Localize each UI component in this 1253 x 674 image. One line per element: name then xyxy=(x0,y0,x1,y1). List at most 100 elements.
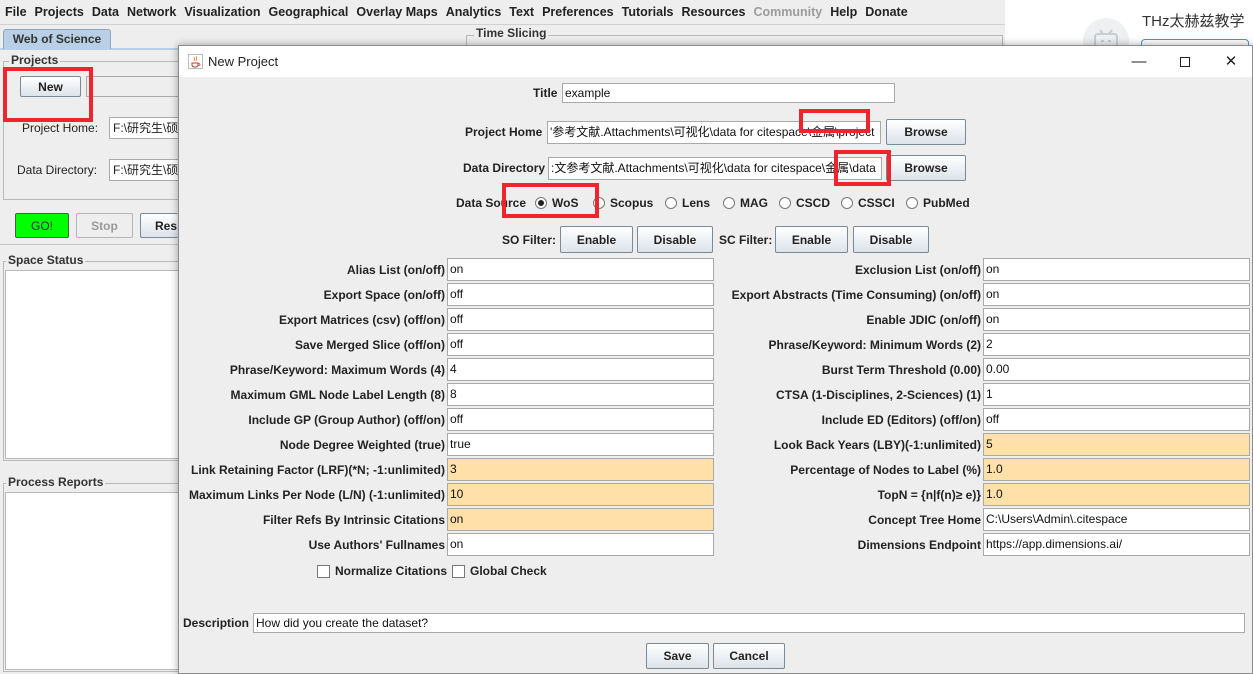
param-include-ed[interactable]: off xyxy=(983,408,1250,431)
sc-filter-enable-button[interactable]: Enable xyxy=(775,226,848,253)
radio-icon xyxy=(779,197,791,209)
radio-lens-label: Lens xyxy=(682,196,711,210)
param-label: Use Authors' Fullnames xyxy=(308,538,445,552)
menu-file[interactable]: File xyxy=(4,5,33,19)
cancel-button[interactable]: Cancel xyxy=(713,643,785,669)
process-reports-title: Process Reports xyxy=(6,475,106,489)
param-gml-label-length[interactable]: 8 xyxy=(447,383,714,406)
title-label: Title xyxy=(533,86,558,100)
space-status-area xyxy=(5,270,178,459)
project-home-input[interactable]: '参考文献.Attachments\可视化\data for citespace… xyxy=(547,121,881,144)
bg-data-directory-field[interactable]: F:\研究生\硕士 xyxy=(109,159,178,181)
title-input[interactable]: example xyxy=(562,83,895,103)
so-filter-label: SO Filter: xyxy=(502,233,557,247)
param-alias-list[interactable]: on xyxy=(447,258,714,281)
radio-cssci-label: CSSCI xyxy=(858,196,895,210)
minimize-button[interactable]: — xyxy=(1116,46,1162,77)
param-authors-fullnames[interactable]: on xyxy=(447,533,714,556)
param-label: Enable JDIC (on/off) xyxy=(866,313,981,327)
save-button[interactable]: Save xyxy=(646,643,709,669)
menu-help[interactable]: Help xyxy=(829,5,863,19)
menu-community: Community xyxy=(753,5,823,19)
radio-lens[interactable]: Lens xyxy=(665,196,710,210)
bg-project-home-field[interactable]: F:\研究生\硕士 xyxy=(109,117,178,139)
param-dimensions-endpoint[interactable]: https://app.dimensions.ai/ xyxy=(983,533,1250,556)
menu-data[interactable]: Data xyxy=(91,5,125,19)
param-label: Concept Tree Home xyxy=(868,513,981,527)
radio-icon xyxy=(841,197,853,209)
param-enable-jdic[interactable]: on xyxy=(983,308,1250,331)
data-directory-browse-button[interactable]: Browse xyxy=(886,155,966,181)
project-home-browse-button[interactable]: Browse xyxy=(886,119,966,145)
param-ctsa[interactable]: 1 xyxy=(983,383,1250,406)
param-label: Export Abstracts (Time Consuming) (on/of… xyxy=(731,288,981,302)
param-percentage-nodes-label[interactable]: 1.0 xyxy=(983,458,1250,481)
menu-preferences[interactable]: Preferences xyxy=(541,5,620,19)
param-label: TopN = {n|f(n)≥ e)} xyxy=(877,488,981,502)
param-export-matrices[interactable]: off xyxy=(447,308,714,331)
corner-username: THz太赫兹教学 xyxy=(1142,13,1245,30)
radio-cscd[interactable]: CSCD xyxy=(779,196,830,210)
param-max-links[interactable]: 10 xyxy=(447,483,714,506)
normalize-citations-checkbox[interactable]: Normalize Citations xyxy=(317,564,447,578)
menu-donate[interactable]: Donate xyxy=(864,5,913,19)
param-burst-threshold[interactable]: 0.00 xyxy=(983,358,1250,381)
menu-resources[interactable]: Resources xyxy=(681,5,752,19)
param-lrf[interactable]: 3 xyxy=(447,458,714,481)
data-directory-input[interactable]: :文参考文献.Attachments\可视化\data for citespac… xyxy=(548,157,882,180)
so-filter-disable-button[interactable]: Disable xyxy=(637,226,713,253)
global-check-label: Global Check xyxy=(470,564,547,578)
minimize-icon: — xyxy=(1131,53,1147,70)
param-label: Exclusion List (on/off) xyxy=(855,263,981,277)
dialog-titlebar xyxy=(179,46,1252,77)
menu-projects[interactable]: Projects xyxy=(34,5,90,19)
menu-geographical[interactable]: Geographical xyxy=(268,5,355,19)
param-export-abstracts[interactable]: on xyxy=(983,283,1250,306)
description-label: Description xyxy=(183,616,250,630)
param-label: Dimensions Endpoint xyxy=(857,538,981,552)
param-label: Link Retaining Factor (LRF)(*N; -1:unlim… xyxy=(191,463,445,477)
close-icon: ✕ xyxy=(1224,53,1238,70)
param-topn[interactable]: 1.0 xyxy=(983,483,1250,506)
so-filter-enable-button[interactable]: Enable xyxy=(560,226,633,253)
new-project-button[interactable]: New xyxy=(20,76,81,97)
param-exclusion-list[interactable]: on xyxy=(983,258,1250,281)
radio-wos[interactable]: WoS xyxy=(535,196,578,210)
menu-visualization[interactable]: Visualization xyxy=(183,5,266,19)
param-node-degree-weighted[interactable]: true xyxy=(447,433,714,456)
param-min-words[interactable]: 2 xyxy=(983,333,1250,356)
param-export-space[interactable]: off xyxy=(447,283,714,306)
close-button[interactable]: ✕ xyxy=(1208,46,1253,77)
go-button[interactable]: GO! xyxy=(15,213,69,238)
param-label: Phrase/Keyword: Maximum Words (4) xyxy=(229,363,445,377)
sc-filter-disable-button[interactable]: Disable xyxy=(853,226,929,253)
stop-button: Stop xyxy=(76,213,133,238)
dialog-title: New Project xyxy=(208,54,279,69)
radio-cssci[interactable]: CSSCI xyxy=(841,196,895,210)
menu-text[interactable]: Text xyxy=(508,5,540,19)
reset-button[interactable]: Res xyxy=(140,213,178,238)
menu-overlay-maps[interactable]: Overlay Maps xyxy=(355,5,443,19)
maximize-button[interactable] xyxy=(1162,46,1208,77)
param-include-gp[interactable]: off xyxy=(447,408,714,431)
description-input[interactable]: How did you create the dataset? xyxy=(253,613,1245,633)
radio-selected-icon xyxy=(535,197,547,209)
menu-bar: File Projects Data Network Visualization… xyxy=(0,0,1005,25)
global-check-checkbox[interactable]: Global Check xyxy=(452,564,547,578)
radio-pubmed-label: PubMed xyxy=(923,196,970,210)
param-filter-refs[interactable]: on xyxy=(447,508,714,531)
menu-tutorials[interactable]: Tutorials xyxy=(621,5,680,19)
param-label: Look Back Years (LBY)(-1:unlimited) xyxy=(773,438,981,452)
radio-pubmed[interactable]: PubMed xyxy=(906,196,970,210)
param-look-back-years[interactable]: 5 xyxy=(983,433,1250,456)
menu-network[interactable]: Network xyxy=(126,5,182,19)
tab-web-of-science[interactable]: Web of Science xyxy=(3,29,111,49)
maximize-icon xyxy=(1180,57,1190,68)
param-save-merged-slice[interactable]: off xyxy=(447,333,714,356)
radio-scopus[interactable]: Scopus xyxy=(593,196,653,210)
param-max-words[interactable]: 4 xyxy=(447,358,714,381)
param-concept-tree-home[interactable]: C:\Users\Admin\.citespace xyxy=(983,508,1250,531)
menu-analytics[interactable]: Analytics xyxy=(445,5,508,19)
radio-mag[interactable]: MAG xyxy=(723,196,768,210)
radio-wos-label: WoS xyxy=(552,196,579,210)
